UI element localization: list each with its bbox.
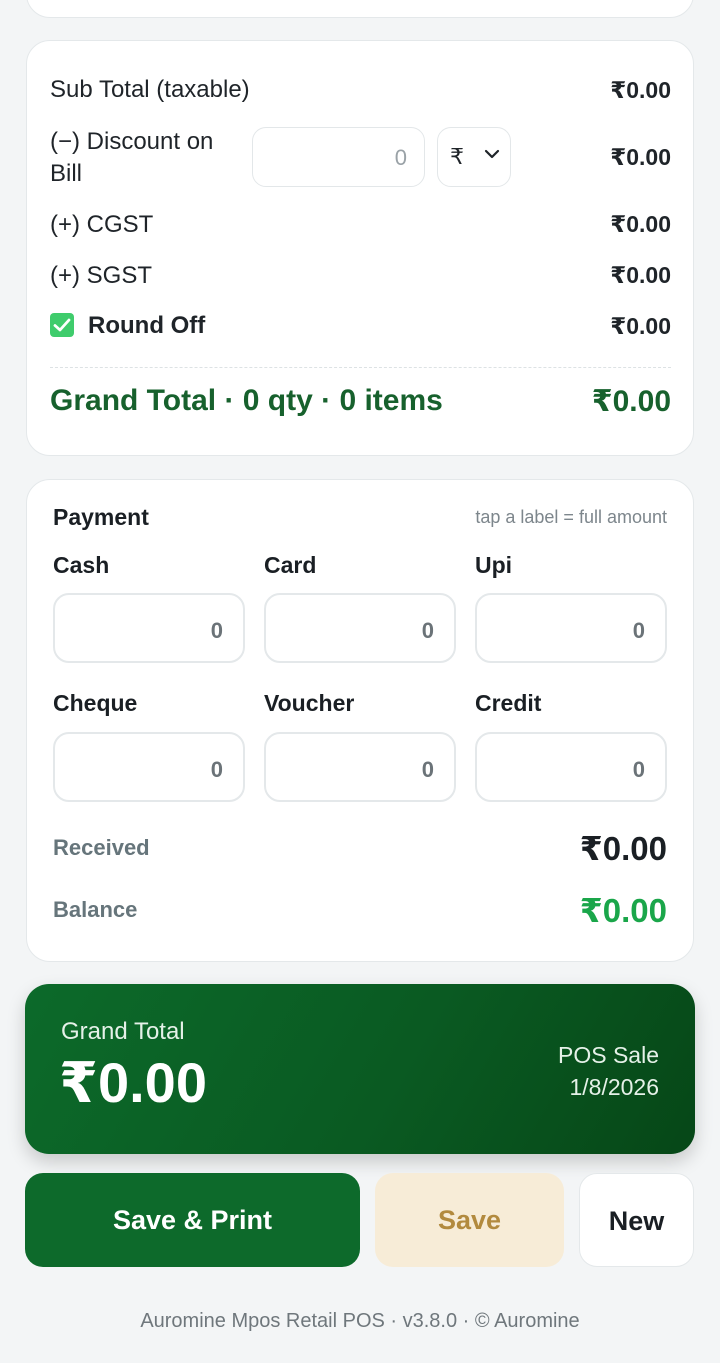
- save-print-button[interactable]: Save & Print: [25, 1173, 360, 1267]
- banner-grand-total-value: ₹0.00: [59, 1051, 207, 1114]
- balance-value: ₹0.00: [579, 892, 667, 929]
- save-button[interactable]: Save: [375, 1173, 564, 1267]
- round-off-label: Round Off: [88, 312, 206, 339]
- balance-label: Balance: [53, 897, 138, 922]
- credit-input[interactable]: 0: [475, 732, 667, 802]
- banner-grand-total-label: Grand Total: [61, 1018, 185, 1045]
- cheque-input[interactable]: 0: [53, 732, 245, 802]
- subtotal-label: Sub Total (taxable): [50, 76, 250, 103]
- grand-total-value: ₹0.00: [591, 385, 671, 418]
- payment-label-cheque[interactable]: Cheque: [53, 690, 137, 717]
- received-value: ₹0.00: [579, 830, 667, 867]
- discount-value: ₹0.00: [610, 144, 671, 170]
- grand-total-banner: Grand Total ₹0.00 POS Sale 1/8/2026: [25, 984, 695, 1154]
- round-off-checkbox[interactable]: [50, 313, 74, 337]
- bill-summary-card: Sub Total (taxable) ₹0.00 (−) Discount o…: [26, 40, 694, 456]
- payment-label-voucher[interactable]: Voucher: [264, 690, 354, 717]
- payment-title: Payment: [53, 504, 149, 530]
- cash-input[interactable]: 0: [53, 593, 245, 663]
- discount-input[interactable]: 0: [252, 127, 425, 187]
- grand-total-label: Grand Total · 0 qty · 0 items: [50, 384, 443, 417]
- new-button[interactable]: New: [579, 1173, 694, 1267]
- divider: [50, 367, 671, 368]
- chevron-down-icon: [484, 149, 500, 159]
- payment-label-credit[interactable]: Credit: [475, 690, 541, 717]
- sale-type: POS Sale: [558, 1042, 659, 1068]
- payment-label-cash[interactable]: Cash: [53, 552, 109, 579]
- previous-card: [26, 0, 694, 18]
- payment-hint: tap a label = full amount: [475, 507, 667, 527]
- sgst-value: ₹0.00: [610, 262, 671, 288]
- footer-text: Auromine Mpos Retail POS · v3.8.0 · © Au…: [140, 1310, 580, 1332]
- upi-input[interactable]: 0: [475, 593, 667, 663]
- payment-label-card[interactable]: Card: [264, 552, 316, 579]
- card-input[interactable]: 0: [264, 593, 456, 663]
- received-label: Received: [53, 835, 150, 860]
- cgst-value: ₹0.00: [610, 211, 671, 237]
- cgst-label: (+) CGST: [50, 211, 154, 238]
- discount-type-value: ₹: [450, 144, 464, 169]
- sale-date: 1/8/2026: [569, 1074, 659, 1100]
- payment-label-upi[interactable]: Upi: [475, 552, 512, 579]
- check-icon: [53, 318, 71, 332]
- discount-label: (−) Discount on Bill: [50, 128, 214, 187]
- sgst-label: (+) SGST: [50, 262, 153, 289]
- payment-card: Payment tap a label = full amount Cash C…: [26, 479, 694, 962]
- subtotal-value: ₹0.00: [610, 77, 671, 103]
- discount-type-select[interactable]: ₹: [437, 127, 511, 187]
- round-off-value: ₹0.00: [610, 313, 671, 339]
- voucher-input[interactable]: 0: [264, 732, 456, 802]
